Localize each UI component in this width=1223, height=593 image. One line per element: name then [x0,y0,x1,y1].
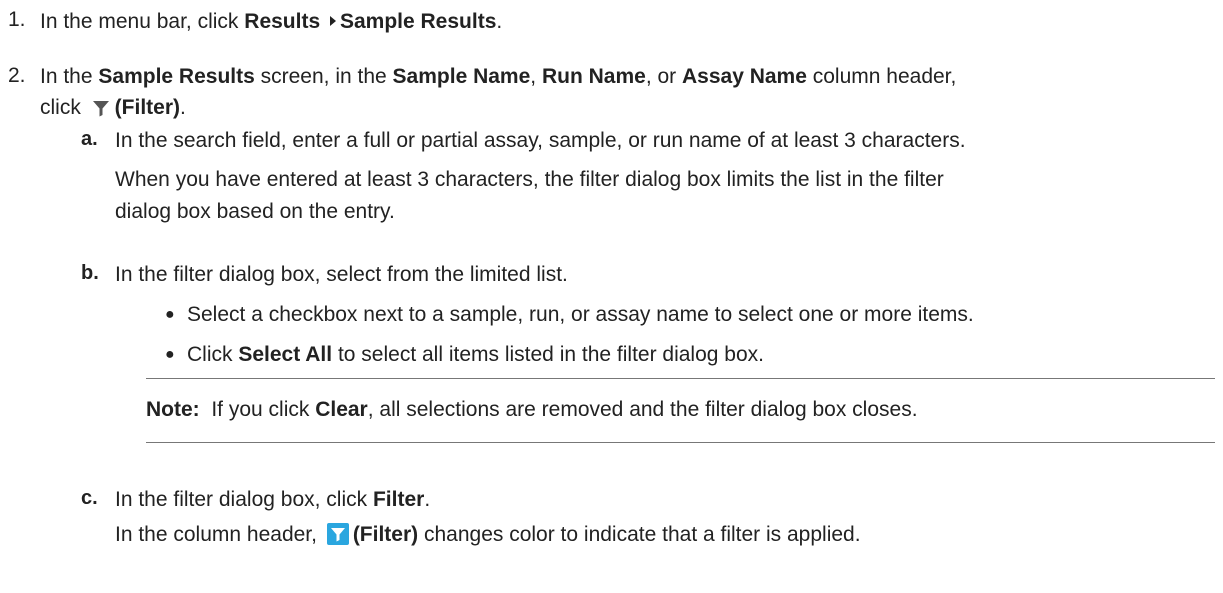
substep-b-bullet1: Select a checkbox next to a sample, run,… [187,303,974,326]
substep-b-line1: In the filter dialog box, select from th… [115,263,568,286]
substep-label: b. [81,262,99,284]
substep-a-line3: dialog box based on the entry. [115,200,395,223]
note: Note: If you click Clear, all selections… [146,398,918,421]
substep-b-bullet2: Click Select All to select all items lis… [187,343,764,366]
substep-c-line1: In the filter dialog box, click Filter. [115,488,431,511]
substep-a-line1: In the search field, enter a full or par… [115,129,966,152]
step-number: 1. [8,8,26,31]
filter-icon [91,98,111,125]
substep-a-line2: When you have entered at least 3 charact… [115,168,944,191]
substep-label: c. [81,487,98,509]
note-bottom-rule [146,442,1215,443]
note-top-rule [146,378,1215,379]
step-number: 2. [8,64,26,87]
substep-label: a. [81,128,98,150]
right-triangle-icon [329,8,337,34]
step-2-text-line1: In the Sample Results screen, in the Sam… [40,65,957,88]
bullet-icon: ● [165,306,175,323]
step-2-text-line2: click (Filter). [40,95,186,125]
substep-c-line2: In the column header, (Filter) changes c… [115,522,861,552]
bullet-icon: ● [165,346,175,363]
filter-active-icon [326,523,349,552]
menu-results: Results [244,10,321,33]
step-1-text: In the menu bar, click Results Sample Re… [40,8,503,34]
menu-sample-results: Sample Results [339,10,497,33]
note-label: Note: [146,398,200,421]
